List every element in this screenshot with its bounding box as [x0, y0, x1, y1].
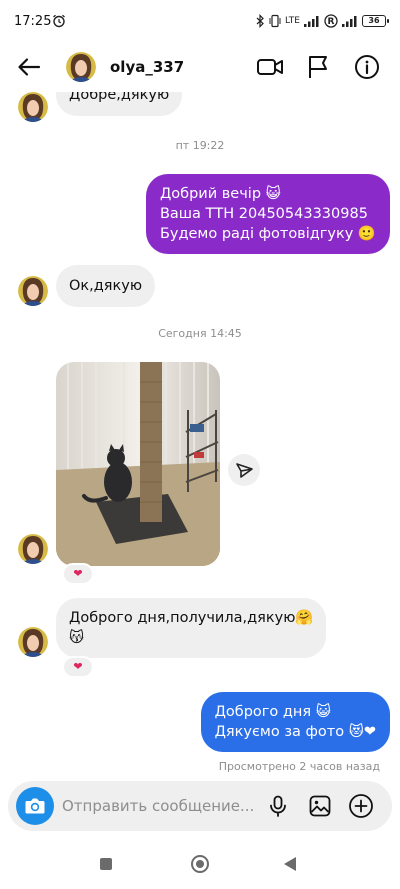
message-text: Добре,дякую	[69, 92, 170, 103]
outgoing-message[interactable]: Доброго дня 😺 Дякуємо за фото 😻❤	[200, 692, 390, 752]
info-icon[interactable]	[354, 54, 380, 80]
heart-reaction[interactable]: ❤	[62, 656, 94, 678]
message-line: 😽	[69, 630, 85, 646]
microphone-icon[interactable]	[266, 794, 290, 818]
incoming-message[interactable]: Доброго дня,получила,дякую🤗 😽	[56, 598, 327, 658]
sender-avatar[interactable]	[18, 92, 48, 122]
network-type: LTE	[285, 16, 300, 26]
sender-avatar[interactable]	[18, 276, 48, 306]
flag-icon[interactable]	[306, 54, 330, 80]
timestamp-separator: Сегодня 14:45	[158, 327, 242, 340]
chat-header: olya_337	[0, 44, 400, 92]
bluetooth-icon	[256, 14, 264, 28]
signal-icon	[304, 16, 319, 27]
message-line: Дякуємо за фото 😻❤	[214, 724, 376, 740]
incoming-message[interactable]: Добре,дякую	[56, 92, 183, 116]
message-line: Ваша ТТН 20450543330985	[159, 206, 368, 222]
battery-icon: 36	[362, 15, 389, 27]
registered-icon: R	[324, 14, 338, 28]
camera-icon	[25, 798, 45, 814]
status-bar: 17:25 LTE R 36	[0, 0, 400, 44]
incoming-message[interactable]: Ок,дякую	[56, 265, 156, 307]
signal-icon-2	[342, 16, 357, 27]
sender-avatar[interactable]	[18, 627, 48, 657]
seen-status: Просмотрено 2 часов назад	[218, 760, 380, 773]
back-arrow-icon[interactable]	[16, 54, 42, 80]
video-call-icon[interactable]	[256, 54, 284, 80]
back-icon[interactable]	[284, 857, 296, 871]
share-button[interactable]	[228, 454, 260, 486]
status-icons: LTE R 36	[256, 12, 389, 30]
home-icon[interactable]	[191, 855, 209, 873]
gallery-icon[interactable]	[308, 794, 332, 818]
send-icon	[236, 463, 253, 478]
svg-text:R: R	[328, 17, 335, 27]
message-line: Добрий вечір 😺	[159, 186, 281, 202]
plus-icon[interactable]	[348, 793, 374, 819]
status-time: 17:25	[14, 14, 52, 29]
shared-photo[interactable]	[56, 362, 220, 566]
message-thread[interactable]: Добре,дякую пт 19:22 Добрий вечір 😺 Ваша…	[0, 92, 400, 780]
camera-button[interactable]	[16, 787, 54, 825]
vibrate-icon	[269, 14, 281, 28]
timestamp-separator: пт 19:22	[175, 139, 225, 152]
message-line: Доброго дня 😺	[214, 704, 331, 720]
header-avatar[interactable]	[66, 52, 96, 82]
message-composer	[8, 781, 392, 831]
message-line: Доброго дня,получила,дякую🤗	[69, 610, 314, 626]
alarm-icon	[53, 14, 65, 28]
header-username[interactable]: olya_337	[110, 58, 184, 76]
recents-icon[interactable]	[100, 858, 112, 870]
message-text: Ок,дякую	[69, 278, 143, 294]
sender-avatar[interactable]	[18, 534, 48, 564]
heart-reaction[interactable]: ❤	[62, 563, 94, 585]
system-navigation-bar	[0, 838, 400, 889]
message-input[interactable]	[62, 795, 262, 817]
outgoing-message[interactable]: Добрий вечір 😺 Ваша ТТН 20450543330985 Б…	[145, 174, 390, 254]
message-line: Будемо раді фотовідгуку 🙂	[159, 226, 376, 242]
